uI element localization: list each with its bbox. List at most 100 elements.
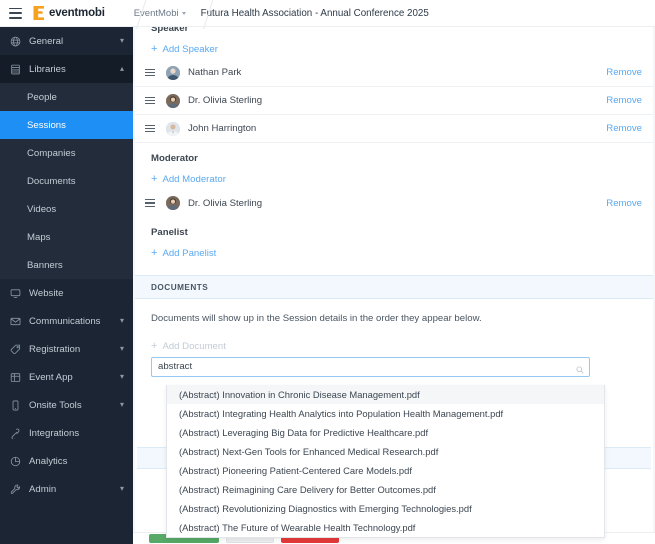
add-moderator-label: Add Moderator xyxy=(162,174,226,185)
sidebar-item-maps[interactable]: Maps xyxy=(0,223,133,251)
app-grid-icon xyxy=(9,371,22,384)
speaker-list: Nathan Park Remove Dr. Olivia Sterling R… xyxy=(135,59,653,143)
envelope-icon xyxy=(9,315,22,328)
library-icon xyxy=(9,63,22,76)
add-document-button[interactable]: + Add Document xyxy=(151,340,226,353)
document-search-input[interactable] xyxy=(151,356,590,377)
sidebar-item-videos[interactable]: Videos xyxy=(0,195,133,223)
sidebar-item-banners[interactable]: Banners xyxy=(0,251,133,279)
list-item[interactable]: (Abstract) Next-Gen Tools for Enhanced M… xyxy=(167,442,604,461)
table-row: Dr. Olivia Sterling Remove xyxy=(135,189,653,217)
documents-section-body: Documents will show up in the Session de… xyxy=(135,313,653,377)
panelist-label: Panelist xyxy=(151,227,188,238)
app-root: eventmobi EventMobi Futura Health Associ… xyxy=(0,0,655,544)
plus-icon: + xyxy=(151,340,158,352)
chevron-up-icon: ▴ xyxy=(119,64,124,73)
sidebar-item-libraries[interactable]: Libraries ▴ xyxy=(0,55,133,83)
sidebar-item-registration[interactable]: Registration ▾ xyxy=(0,335,133,363)
list-item[interactable]: (Abstract) Pioneering Patient-Centered C… xyxy=(167,461,604,480)
breadcrumb: EventMobi Futura Health Association - An… xyxy=(119,0,429,27)
speaker-name: John Harrington xyxy=(188,123,257,134)
sidebar-item-documents[interactable]: Documents xyxy=(0,167,133,195)
sidebar-item-integrations[interactable]: Integrations xyxy=(0,419,133,447)
documents-section-title: DOCUMENTS xyxy=(151,282,209,292)
sidebar-label-general: General xyxy=(29,35,64,47)
list-item[interactable]: (Abstract) Innovation in Chronic Disease… xyxy=(167,385,604,404)
list-item[interactable]: (Abstract) Revolutionizing Diagnostics w… xyxy=(167,499,604,518)
sidebar-item-people[interactable]: People xyxy=(0,83,133,111)
remove-moderator-button[interactable]: Remove xyxy=(606,198,642,209)
sidebar-item-onsite-tools[interactable]: Onsite Tools ▾ xyxy=(0,391,133,419)
sidebar-label-website: Website xyxy=(29,287,64,299)
sidebar-label-analytics: Analytics xyxy=(29,455,68,467)
chevron-down-icon: ▾ xyxy=(119,316,124,325)
hamburger-icon[interactable] xyxy=(9,7,22,19)
avatar xyxy=(166,196,180,210)
sidebar-label-companies: Companies xyxy=(27,147,76,159)
sidebar-item-sessions[interactable]: Sessions xyxy=(0,111,133,139)
sidebar-label-people: People xyxy=(27,91,57,103)
breadcrumb-separator xyxy=(121,0,132,27)
plus-icon: + xyxy=(151,173,158,185)
table-row: Dr. Olivia Sterling Remove xyxy=(135,87,653,115)
sidebar-label-videos: Videos xyxy=(27,203,57,215)
add-speaker-button[interactable]: + Add Speaker xyxy=(151,44,218,56)
app-logo[interactable]: eventmobi xyxy=(33,6,105,20)
add-panelist-label: Add Panelist xyxy=(162,248,217,259)
sidebar-item-general[interactable]: General ▾ xyxy=(0,27,133,55)
remove-speaker-button[interactable]: Remove xyxy=(606,95,642,106)
moderator-label: Moderator xyxy=(151,153,198,164)
sidebar-item-admin[interactable]: Admin ▾ xyxy=(0,475,133,503)
list-item[interactable]: (Abstract) Reimagining Care Delivery for… xyxy=(167,480,604,499)
chevron-down-icon xyxy=(181,11,186,15)
avatar xyxy=(166,121,180,136)
plus-icon: + xyxy=(151,247,158,259)
sidebar-label-admin: Admin xyxy=(29,483,57,495)
sidebar-item-website[interactable]: Website xyxy=(0,279,133,307)
sidebar-label-onsite-tools: Onsite Tools xyxy=(29,399,82,411)
sidebar-item-communications[interactable]: Communications ▾ xyxy=(0,307,133,335)
monitor-icon xyxy=(9,287,22,300)
globe-icon xyxy=(9,35,22,48)
list-item[interactable]: (Abstract) Leveraging Big Data for Predi… xyxy=(167,423,604,442)
speaker-name: Nathan Park xyxy=(188,67,242,78)
remove-speaker-button[interactable]: Remove xyxy=(606,123,642,134)
chevron-down-icon: ▾ xyxy=(119,344,124,353)
sidebar-submenu-libraries: People Sessions Companies Documents Vide… xyxy=(0,83,133,279)
sidebar-item-analytics[interactable]: Analytics xyxy=(0,447,133,475)
add-panelist-button[interactable]: + Add Panelist xyxy=(151,247,217,260)
sidebar: General ▾ Libraries ▴ People Sessions Co… xyxy=(0,27,133,544)
sidebar-label-libraries: Libraries xyxy=(29,63,66,75)
moderator-list: Dr. Olivia Sterling Remove xyxy=(135,189,653,217)
logo-text: eventmobi xyxy=(49,7,105,19)
add-document-label: Add Document xyxy=(162,341,226,352)
avatar xyxy=(166,93,180,108)
chevron-down-icon: ▾ xyxy=(119,484,124,493)
moderator-section: Moderator + Add Moderator xyxy=(135,153,653,189)
sidebar-label-sessions: Sessions xyxy=(27,119,66,131)
sidebar-label-documents: Documents xyxy=(27,175,76,187)
document-search-wrap xyxy=(151,356,590,377)
add-speaker-label: Add Speaker xyxy=(162,44,218,55)
table-row: Nathan Park Remove xyxy=(135,59,653,87)
list-item[interactable]: (Abstract) The Future of Wearable Health… xyxy=(167,518,604,537)
drag-handle-icon[interactable] xyxy=(145,68,155,77)
top-bar: eventmobi EventMobi Futura Health Associ… xyxy=(0,0,655,27)
chevron-down-icon: ▾ xyxy=(119,400,124,409)
breadcrumb-event[interactable]: Futura Health Association - Annual Confe… xyxy=(201,8,429,19)
sidebar-item-companies[interactable]: Companies xyxy=(0,139,133,167)
drag-handle-icon[interactable] xyxy=(145,96,155,105)
sidebar-label-maps: Maps xyxy=(27,231,51,243)
sidebar-item-event-app[interactable]: Event App ▾ xyxy=(0,363,133,391)
document-search-dropdown: (Abstract) Innovation in Chronic Disease… xyxy=(166,385,605,538)
documents-section-header: DOCUMENTS xyxy=(135,275,653,299)
add-moderator-button[interactable]: + Add Moderator xyxy=(151,173,226,186)
sidebar-label-banners: Banners xyxy=(27,259,63,271)
wrench-icon xyxy=(9,483,22,496)
panelist-section: Panelist + Add Panelist xyxy=(135,227,653,263)
sidebar-label-registration: Registration xyxy=(29,343,81,355)
remove-speaker-button[interactable]: Remove xyxy=(606,67,642,78)
drag-handle-icon[interactable] xyxy=(145,124,155,133)
drag-handle-icon[interactable] xyxy=(145,199,155,207)
list-item[interactable]: (Abstract) Integrating Health Analytics … xyxy=(167,404,604,423)
